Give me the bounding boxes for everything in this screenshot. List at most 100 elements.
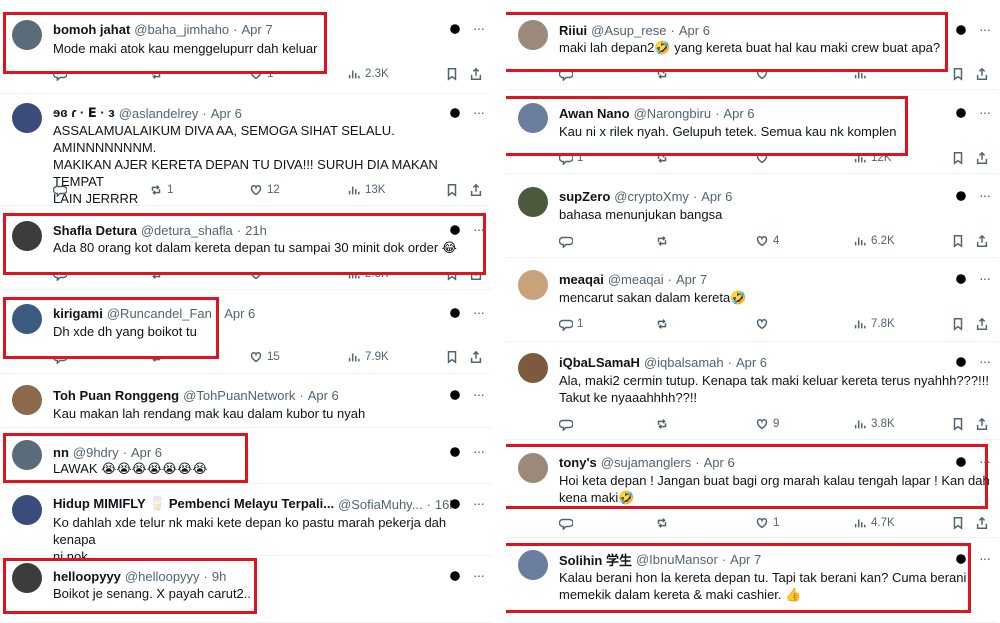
- reply-tweet[interactable]: iQbaLSamaH @iqbalsamah · Apr 6 ··· Ala, …: [506, 342, 998, 440]
- grok-icon[interactable]: [448, 306, 462, 320]
- more-icon[interactable]: ···: [979, 550, 991, 566]
- retweet-button[interactable]: [655, 515, 673, 531]
- timestamp[interactable]: Apr 6: [131, 445, 162, 460]
- share-button[interactable]: [469, 182, 487, 198]
- like-button[interactable]: 9: [755, 416, 779, 432]
- share-button[interactable]: [975, 416, 993, 432]
- timestamp[interactable]: Apr 6: [701, 189, 732, 204]
- user-handle[interactable]: @meaqai: [608, 272, 664, 287]
- more-icon[interactable]: ···: [473, 221, 485, 237]
- share-button[interactable]: [975, 316, 993, 332]
- more-icon[interactable]: ···: [979, 187, 991, 203]
- grok-icon[interactable]: [954, 455, 968, 469]
- grok-icon[interactable]: [954, 106, 968, 120]
- share-button[interactable]: [975, 233, 993, 249]
- views-button[interactable]: 13K: [347, 182, 385, 198]
- display-name[interactable]: ɘɞ ɾ · ⴹ · ɜ: [53, 105, 115, 121]
- user-handle[interactable]: @Asup_rese: [591, 23, 666, 38]
- user-handle[interactable]: @detura_shafla: [141, 223, 233, 238]
- avatar[interactable]: [12, 563, 42, 593]
- more-icon[interactable]: ···: [473, 443, 485, 459]
- user-handle[interactable]: @sujamanglers: [601, 455, 692, 470]
- retweet-button[interactable]: [655, 233, 673, 249]
- grok-icon[interactable]: [448, 497, 462, 511]
- more-icon[interactable]: ···: [979, 270, 991, 286]
- avatar[interactable]: [518, 270, 548, 300]
- display-name[interactable]: Shafla Detura: [53, 223, 137, 238]
- user-handle[interactable]: @iqbalsamah: [644, 355, 724, 370]
- display-name[interactable]: nn: [53, 445, 69, 460]
- user-handle[interactable]: @SofiaMuhy...: [338, 497, 423, 512]
- retweet-button[interactable]: 1: [149, 182, 173, 198]
- display-name[interactable]: Toh Puan Ronggeng: [53, 388, 179, 403]
- grok-icon[interactable]: [448, 388, 462, 402]
- timestamp[interactable]: Apr 6: [224, 306, 255, 321]
- reply-tweet[interactable]: ɘɞ ɾ · ⴹ · ɜ @aslandelrey · Apr 6 ··· AS…: [0, 94, 492, 206]
- bookmark-button[interactable]: [445, 66, 463, 82]
- like-button[interactable]: 4: [755, 233, 779, 249]
- display-name[interactable]: Riiui: [559, 23, 587, 38]
- bookmark-button[interactable]: [951, 150, 969, 166]
- views-button[interactable]: 2.3K: [347, 66, 389, 82]
- timestamp[interactable]: 9h: [212, 569, 226, 584]
- reply-tweet[interactable]: Hidup MIMIFLY 🥛 Pembenci Melayu Terpali.…: [0, 484, 492, 564]
- reply-tweet[interactable]: Toh Puan Ronggeng @TohPuanNetwork · Apr …: [0, 374, 492, 428]
- grok-icon[interactable]: [954, 23, 968, 37]
- more-icon[interactable]: ···: [979, 453, 991, 469]
- more-icon[interactable]: ···: [473, 495, 485, 511]
- share-button[interactable]: [469, 349, 487, 365]
- timestamp[interactable]: 21h: [245, 223, 267, 238]
- avatar[interactable]: [12, 385, 42, 415]
- grok-icon[interactable]: [954, 189, 968, 203]
- display-name[interactable]: iQbaLSamaH: [559, 355, 640, 370]
- grok-icon[interactable]: [954, 355, 968, 369]
- avatar[interactable]: [518, 453, 548, 483]
- timestamp[interactable]: Apr 6: [211, 106, 242, 121]
- views-button[interactable]: 7.9K: [347, 349, 389, 365]
- timestamp[interactable]: Apr 6: [704, 455, 735, 470]
- more-icon[interactable]: ···: [473, 386, 485, 402]
- more-icon[interactable]: ···: [979, 353, 991, 369]
- user-handle[interactable]: @TohPuanNetwork: [183, 388, 295, 403]
- more-icon[interactable]: ···: [979, 104, 991, 120]
- display-name[interactable]: Awan Nano: [559, 106, 630, 121]
- display-name[interactable]: kirigami: [53, 306, 103, 321]
- grok-icon[interactable]: [448, 22, 462, 36]
- more-icon[interactable]: ···: [473, 567, 485, 583]
- avatar[interactable]: [12, 221, 42, 251]
- avatar[interactable]: [518, 20, 548, 50]
- like-button[interactable]: [755, 316, 773, 332]
- grok-icon[interactable]: [954, 552, 968, 566]
- user-handle[interactable]: @helloopyyy: [125, 569, 200, 584]
- display-name[interactable]: meaqai: [559, 272, 604, 287]
- avatar[interactable]: [518, 187, 548, 217]
- grok-icon[interactable]: [448, 223, 462, 237]
- reply-button[interactable]: [559, 233, 577, 249]
- views-button[interactable]: 4.7K: [853, 515, 895, 531]
- bookmark-button[interactable]: [445, 182, 463, 198]
- grok-icon[interactable]: [448, 445, 462, 459]
- user-handle[interactable]: @IbnuMansor: [636, 552, 718, 567]
- avatar[interactable]: [12, 20, 42, 50]
- more-icon[interactable]: ···: [473, 20, 485, 36]
- reply-tweet[interactable]: tony's @sujamanglers · Apr 6 ··· Hoi ket…: [506, 440, 998, 538]
- timestamp[interactable]: Apr 7: [730, 552, 761, 567]
- bookmark-button[interactable]: [951, 316, 969, 332]
- display-name[interactable]: bomoh jahat: [53, 22, 130, 37]
- timestamp[interactable]: Apr 7: [242, 22, 273, 37]
- like-button[interactable]: 1: [755, 515, 779, 531]
- avatar[interactable]: [12, 304, 42, 334]
- avatar[interactable]: [12, 495, 42, 525]
- views-button[interactable]: 6.2K: [853, 233, 895, 249]
- user-handle[interactable]: @baha_jimhaho: [134, 22, 229, 37]
- reply-button[interactable]: [53, 182, 71, 198]
- more-icon[interactable]: ···: [473, 104, 485, 120]
- display-name[interactable]: supZero: [559, 189, 610, 204]
- bookmark-button[interactable]: [951, 66, 969, 82]
- more-icon[interactable]: ···: [473, 304, 485, 320]
- share-button[interactable]: [469, 66, 487, 82]
- display-name[interactable]: Solihin 学生: [559, 550, 632, 568]
- user-handle[interactable]: @aslandelrey: [119, 106, 199, 121]
- bookmark-button[interactable]: [951, 416, 969, 432]
- user-handle[interactable]: @cryptoXmy: [614, 189, 689, 204]
